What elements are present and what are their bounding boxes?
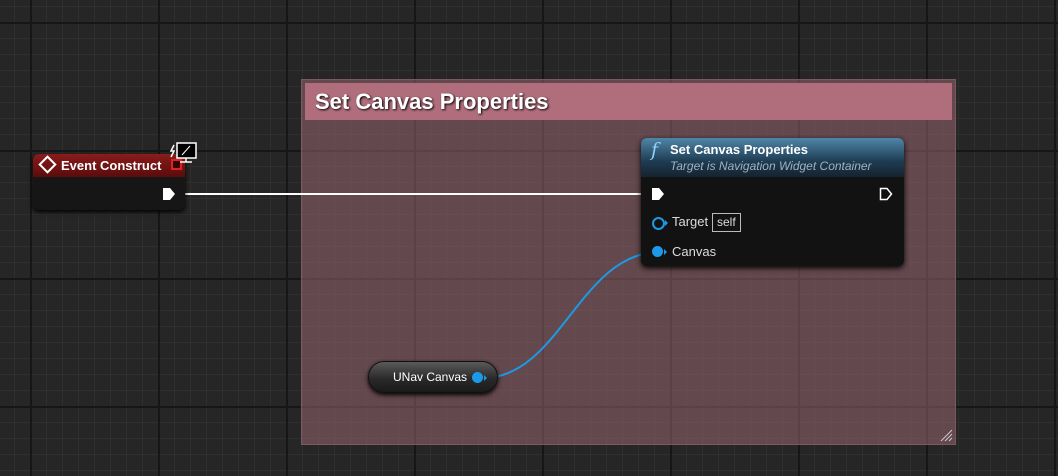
canvas-pin-label: Canvas xyxy=(672,244,717,259)
function-node-subtitle: Target is Navigation Widget Container xyxy=(670,159,872,173)
event-construct-node[interactable]: Event Construct xyxy=(33,154,185,210)
exec-out-pin[interactable] xyxy=(879,187,893,201)
variable-output-pin[interactable] xyxy=(472,372,483,383)
function-icon: f xyxy=(651,139,659,161)
target-pin-label: Target xyxy=(672,214,709,229)
variable-node-label: UNav Canvas xyxy=(393,370,468,384)
event-node-title: Event Construct xyxy=(61,158,162,173)
target-pin-arrow-icon xyxy=(665,220,668,226)
set-canvas-properties-node[interactable]: f Set Canvas Properties Target is Naviga… xyxy=(641,138,904,266)
monitor-icon xyxy=(169,142,197,163)
target-pin[interactable] xyxy=(652,217,665,230)
event-exec-out-pin[interactable] xyxy=(162,187,176,201)
unav-canvas-variable-node[interactable]: UNav Canvas xyxy=(368,361,498,393)
exec-in-pin[interactable] xyxy=(651,187,665,201)
canvas-pin-arrow-icon xyxy=(664,249,667,255)
event-diamond-icon xyxy=(38,155,57,174)
function-node-title: Set Canvas Properties xyxy=(670,142,809,157)
variable-pin-arrow-icon xyxy=(484,375,487,381)
target-self-default[interactable]: self xyxy=(712,213,741,232)
canvas-pin[interactable] xyxy=(652,246,663,257)
canvas-wire xyxy=(482,251,661,379)
